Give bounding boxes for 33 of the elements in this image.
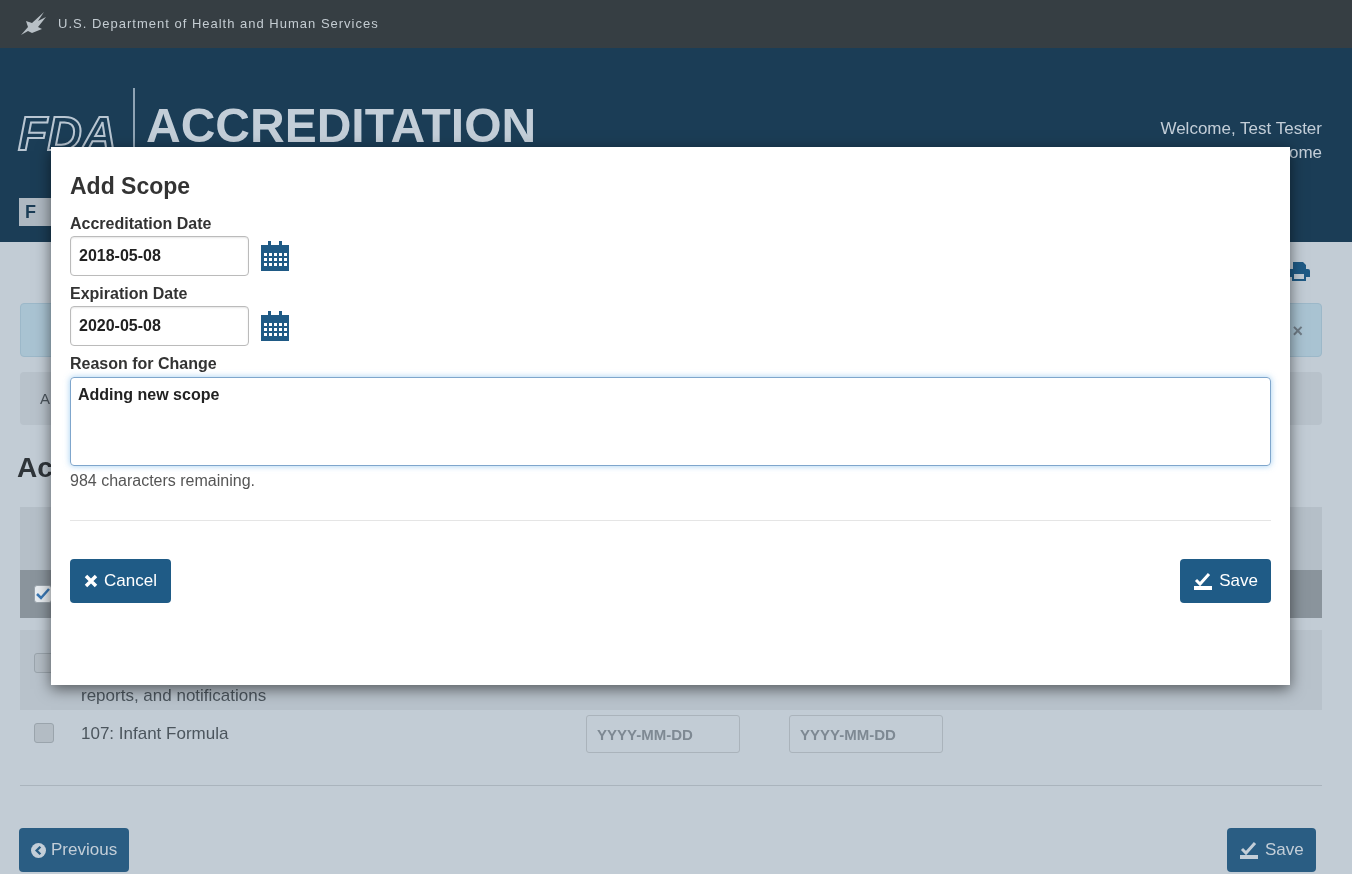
save-button[interactable]: Save	[1180, 559, 1271, 603]
home-link[interactable]: ome	[1288, 140, 1322, 166]
chevron-left-icon	[31, 842, 46, 858]
app-title: ACCREDITATION	[146, 102, 537, 150]
select-all-checkbox[interactable]	[34, 585, 52, 603]
nav-tab[interactable]: A	[40, 388, 50, 411]
date-field[interactable]: 2020-05-08	[70, 306, 249, 346]
checkmark-icon	[1193, 572, 1214, 590]
date-field[interactable]: 2018-05-08	[70, 236, 249, 276]
reason-text-area[interactable]: Adding new scope	[70, 377, 1271, 466]
scope-label: reports, and notifications	[81, 687, 267, 705]
cancel-button[interactable]: Cancel	[70, 559, 171, 603]
close-icon	[84, 574, 98, 588]
checkmark-icon	[1239, 841, 1259, 859]
expiration-date-field[interactable]: YYYY-MM-DD	[789, 715, 943, 753]
scope-label: 107: Infant Formula	[81, 723, 229, 745]
print-icon[interactable]	[1287, 260, 1311, 282]
row-checkbox[interactable]	[34, 653, 54, 673]
welcome-text: Welcome, Test Tester	[1160, 118, 1322, 140]
modal-title: Add Scope	[70, 172, 191, 201]
accreditation-date-field[interactable]: YYYY-MM-DD	[586, 715, 740, 753]
calendar-icon[interactable]	[261, 241, 289, 271]
field-label: Reason for Change	[70, 354, 217, 374]
agency-name: U.S. Department of Health and Human Services	[58, 15, 379, 34]
row-checkbox[interactable]	[34, 723, 54, 743]
page-heading: Ac	[17, 454, 53, 482]
characters-remaining: 984 characters remaining.	[70, 471, 255, 491]
save-button[interactable]: Save	[1227, 828, 1316, 872]
field-label: Expiration Date	[70, 284, 188, 304]
calendar-icon[interactable]	[261, 311, 289, 341]
logo-badge: F	[19, 198, 51, 226]
field-label: Accreditation Date	[70, 214, 212, 234]
previous-button[interactable]: Previous	[19, 828, 130, 872]
